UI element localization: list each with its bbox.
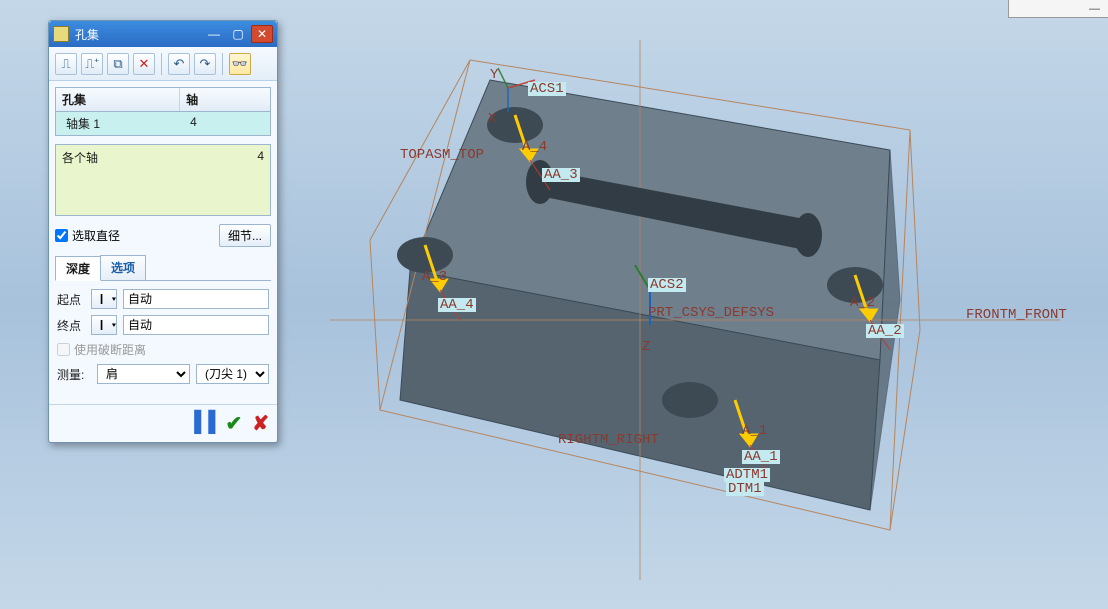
use-break-checkbox: 使用破断距离 — [57, 341, 146, 358]
dialog-icon — [53, 26, 69, 42]
col-header-set[interactable]: 孔集 — [56, 88, 180, 111]
end-mode-button[interactable]: ⎹⎸▾ — [91, 315, 117, 335]
measure-label: 测量: — [57, 366, 91, 383]
dialog-toolbar: ⎍ ⎍⁺ ⧉ ✕ ↶ ↷ 👓 — [49, 47, 277, 81]
label-aa4: AA_4 — [438, 298, 476, 312]
label-y: Y — [490, 68, 498, 82]
cell-set-name: 轴集 1 — [56, 112, 180, 135]
detail-button[interactable]: 细节... — [219, 224, 271, 247]
label-aa3: AA_3 — [542, 168, 580, 182]
hole-set-dialog: 孔集 — ▢ ✕ ⎍ ⎍⁺ ⧉ ✕ ↶ ↷ 👓 孔集 轴 轴集 — [48, 20, 278, 443]
ok-button[interactable]: ✔ — [225, 411, 242, 436]
axes-info-count: 4 — [257, 149, 264, 211]
maximize-button[interactable]: ▢ — [227, 25, 249, 43]
app-background: — — [0, 0, 1108, 609]
dialog-title: 孔集 — [75, 26, 99, 43]
use-break-label: 使用破断距离 — [74, 341, 146, 358]
depth-panel: 起点 ⎹⎸▾ 自动 终点 ⎹⎸▾ 自动 使用破断距离 测量: — [55, 281, 271, 398]
label-adtm1: ADTM1 — [724, 468, 770, 482]
label-aa1: AA_1 — [742, 450, 780, 464]
cell-axis-count: 4 — [180, 112, 270, 135]
end-value-input[interactable]: 自动 — [123, 315, 269, 335]
label-a4: A_4 — [522, 140, 547, 154]
label-a1: A_1 — [742, 424, 767, 438]
label-aa2: AA_2 — [866, 324, 904, 338]
axes-info-label: 各个轴 — [62, 149, 98, 211]
add-hole-icon[interactable]: ⎍ — [55, 53, 77, 75]
start-label: 起点 — [57, 291, 85, 308]
use-break-input — [57, 343, 70, 356]
table-row[interactable]: 轴集 1 4 — [56, 112, 270, 135]
dash-icon: — — [1089, 3, 1100, 15]
close-button[interactable]: ✕ — [251, 25, 273, 43]
cancel-button[interactable]: ✘ — [252, 411, 269, 436]
hole-set-table[interactable]: 孔集 轴 轴集 1 4 — [55, 87, 271, 136]
pick-diameter-checkbox[interactable]: 选取直径 — [55, 227, 120, 244]
copy-icon[interactable]: ⧉ — [107, 53, 129, 75]
label-frontm: FRONTM_FRONT — [966, 308, 1067, 322]
delete-icon[interactable]: ✕ — [133, 53, 155, 75]
pick-diameter-input[interactable] — [55, 229, 68, 242]
col-header-axis[interactable]: 轴 — [180, 88, 270, 111]
label-rightm: RIGHTM_RIGHT — [558, 433, 659, 447]
axes-info-box: 各个轴 4 — [55, 144, 271, 216]
model-viewport[interactable]: TOPASM_TOP FRONTM_FRONT RIGHTM_RIGHT ACS… — [290, 20, 1098, 599]
pause-button[interactable]: ▐▐ — [187, 411, 215, 436]
label-acs2: ACS2 — [648, 278, 686, 292]
end-label: 终点 — [57, 317, 85, 334]
start-value-input[interactable]: 自动 — [123, 289, 269, 309]
label-topasm: TOPASM_TOP — [400, 148, 484, 162]
tip-select[interactable]: (刀尖 1) — [196, 364, 269, 384]
label-z: Z — [642, 340, 650, 354]
pick-diameter-label: 选取直径 — [72, 227, 120, 244]
window-chrome-fragment: — — [1008, 0, 1108, 18]
label-x: X — [488, 112, 496, 126]
label-prt: PRT_CSYS_DEFSYS — [648, 306, 774, 320]
label-acs1: ACS1 — [528, 82, 566, 96]
measure-select[interactable]: 肩 — [97, 364, 190, 384]
dialog-titlebar[interactable]: 孔集 — ▢ ✕ — [49, 21, 277, 47]
tabs: 深度 选项 — [55, 255, 271, 281]
label-a3: A_3 — [422, 270, 447, 284]
redo-icon[interactable]: ↷ — [194, 53, 216, 75]
add-group-icon[interactable]: ⎍⁺ — [81, 53, 103, 75]
minimize-button[interactable]: — — [203, 25, 225, 43]
preview-icon[interactable]: 👓 — [229, 53, 251, 75]
dialog-footer: ▐▐ ✔ ✘ — [49, 404, 277, 442]
label-dtm1: DTM1 — [726, 482, 764, 496]
tab-depth[interactable]: 深度 — [55, 256, 101, 281]
start-mode-button[interactable]: ⎹⎸▾ — [91, 289, 117, 309]
tab-options[interactable]: 选项 — [100, 255, 146, 280]
label-a2: A_2 — [850, 296, 875, 310]
undo-icon[interactable]: ↶ — [168, 53, 190, 75]
